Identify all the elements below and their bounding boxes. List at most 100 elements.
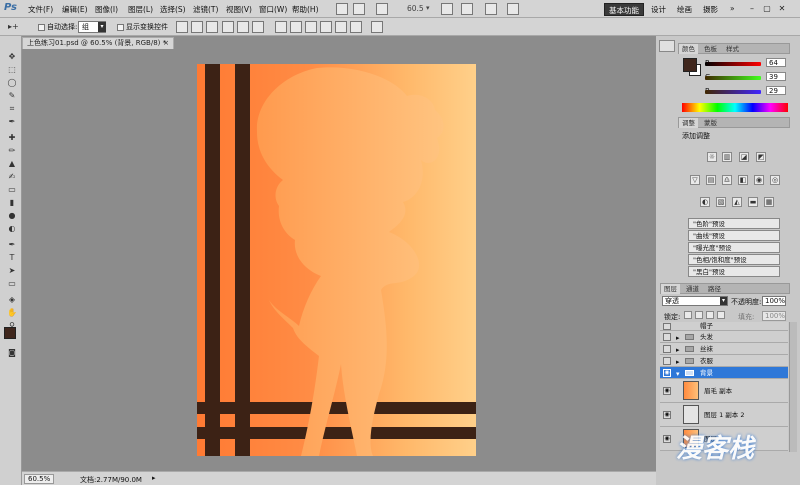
close-icon[interactable]: ✕ bbox=[777, 4, 787, 14]
threshold-icon[interactable]: ◭ bbox=[732, 197, 742, 207]
workspace-design[interactable]: 设计 bbox=[647, 3, 670, 16]
distribute-left-icon[interactable] bbox=[320, 21, 332, 33]
channel-r-slider[interactable] bbox=[705, 62, 761, 66]
visibility-toggle[interactable] bbox=[663, 357, 671, 365]
preset-hue-saturation[interactable]: "色相/饱和度"预设 bbox=[688, 254, 780, 265]
eye-icon[interactable]: ◉ bbox=[663, 387, 671, 395]
layer-row-layer1-copy2[interactable]: ◉ 图层 1 副本 2 bbox=[660, 403, 788, 427]
hand-icon[interactable] bbox=[441, 3, 453, 15]
layer-row-stockings[interactable]: ▸ 丝袜 bbox=[660, 343, 788, 355]
close-tab-icon[interactable]: × bbox=[163, 38, 169, 49]
chevron-down-icon[interactable]: ▾ bbox=[98, 22, 106, 32]
tab-paths[interactable]: 路径 bbox=[705, 284, 724, 294]
menu-select[interactable]: 选择(S) bbox=[160, 4, 186, 15]
quick-select-tool-icon[interactable]: ✎ bbox=[6, 91, 18, 101]
align-left-icon[interactable] bbox=[222, 21, 234, 33]
channel-mixer-icon[interactable]: ◎ bbox=[770, 175, 780, 185]
channel-r-value[interactable]: 64 bbox=[766, 58, 786, 67]
channel-g-value[interactable]: 39 bbox=[766, 72, 786, 81]
invert-icon[interactable]: ◐ bbox=[700, 197, 710, 207]
eye-icon[interactable]: ◉ bbox=[663, 435, 671, 443]
canvas[interactable] bbox=[197, 64, 476, 456]
photo-filter-icon[interactable]: ◉ bbox=[754, 175, 764, 185]
foreground-color-chip[interactable] bbox=[683, 58, 697, 72]
curves-icon[interactable]: ◪ bbox=[739, 152, 749, 162]
tab-layers[interactable]: 图层 bbox=[661, 284, 680, 294]
panel-strip-icon[interactable] bbox=[659, 40, 675, 52]
preset-levels[interactable]: "色阶"预设 bbox=[688, 218, 780, 229]
clone-stamp-tool-icon[interactable]: ▲ bbox=[6, 159, 18, 169]
marquee-tool-icon[interactable]: ⬚ bbox=[6, 65, 18, 75]
layer-row-eyebrow-copy[interactable]: ◉ 眉毛 副本 bbox=[660, 379, 788, 403]
maximize-icon[interactable]: ▢ bbox=[762, 4, 772, 14]
layer-row-hair[interactable]: ▸ 头发 bbox=[660, 331, 788, 343]
3d-rotate-tool-icon[interactable]: ◈ bbox=[6, 295, 18, 305]
move-tool-icon[interactable]: ✥ bbox=[6, 52, 18, 62]
menu-window[interactable]: 窗口(W) bbox=[259, 4, 287, 15]
tab-swatches[interactable]: 色板 bbox=[701, 44, 720, 54]
black-white-icon[interactable]: ◧ bbox=[738, 175, 748, 185]
type-tool-icon[interactable]: T bbox=[6, 253, 18, 263]
shape-tool-icon[interactable]: ▭ bbox=[6, 279, 18, 289]
bridge-icon[interactable] bbox=[336, 3, 348, 15]
quick-mask-icon[interactable]: ◙ bbox=[6, 348, 18, 358]
workspace-painting[interactable]: 绘画 bbox=[673, 3, 696, 16]
workspace-essentials[interactable]: 基本功能 bbox=[604, 3, 644, 16]
color-spectrum-bar[interactable] bbox=[682, 103, 788, 112]
blend-mode-dropdown[interactable]: 穿透 bbox=[662, 296, 728, 306]
brightness-icon[interactable]: ☼ bbox=[707, 152, 717, 162]
color-balance-icon[interactable]: ♎ bbox=[722, 175, 732, 185]
healing-brush-tool-icon[interactable]: ✚ bbox=[6, 133, 18, 143]
exposure-icon[interactable]: ◩ bbox=[756, 152, 766, 162]
tab-adjustments[interactable]: 调整 bbox=[679, 118, 698, 128]
gradient-tool-icon[interactable]: ▮ bbox=[6, 198, 18, 208]
pen-tool-icon[interactable]: ✒ bbox=[6, 240, 18, 250]
distribute-top-icon[interactable] bbox=[275, 21, 287, 33]
channel-g-slider[interactable] bbox=[705, 76, 761, 80]
gradient-map-icon[interactable]: ▬ bbox=[748, 197, 758, 207]
layer-row-background-group[interactable]: ◉ ▾ 背景 bbox=[660, 367, 788, 379]
menu-help[interactable]: 帮助(H) bbox=[292, 4, 319, 15]
align-hcenter-icon[interactable] bbox=[237, 21, 249, 33]
layer-row-clothes[interactable]: ▸ 衣服 bbox=[660, 355, 788, 367]
rotate-view-icon[interactable] bbox=[461, 3, 473, 15]
screen-mode-icon[interactable] bbox=[507, 3, 519, 15]
foreground-color-swatch[interactable] bbox=[4, 327, 16, 339]
align-vcenter-icon[interactable] bbox=[191, 21, 203, 33]
align-top-icon[interactable] bbox=[176, 21, 188, 33]
lock-transparency-icon[interactable] bbox=[684, 311, 692, 319]
zoom-status[interactable]: 60.5% bbox=[24, 474, 55, 484]
auto-align-icon[interactable] bbox=[371, 21, 383, 33]
distribute-vcenter-icon[interactable] bbox=[290, 21, 302, 33]
minibridge-icon[interactable] bbox=[353, 3, 365, 15]
hand-tool-icon[interactable]: ✋ bbox=[6, 308, 18, 318]
menu-edit[interactable]: 编辑(E) bbox=[62, 4, 88, 15]
show-transform-checkbox[interactable] bbox=[117, 24, 124, 31]
minimize-icon[interactable]: – bbox=[747, 4, 757, 14]
dodge-tool-icon[interactable]: ◐ bbox=[6, 224, 18, 234]
blur-tool-icon[interactable]: ● bbox=[6, 211, 18, 221]
auto-select-checkbox[interactable] bbox=[38, 24, 45, 31]
tab-color[interactable]: 颜色 bbox=[679, 44, 698, 54]
hue-saturation-icon[interactable]: ▤ bbox=[706, 175, 716, 185]
levels-icon[interactable]: ▥ bbox=[722, 152, 732, 162]
lock-all-icon[interactable] bbox=[717, 311, 725, 319]
path-select-tool-icon[interactable]: ➤ bbox=[6, 266, 18, 276]
visibility-toggle[interactable] bbox=[663, 333, 671, 341]
menu-image[interactable]: 图像(I) bbox=[95, 4, 118, 15]
tab-masks[interactable]: 蒙版 bbox=[701, 118, 720, 128]
align-bottom-icon[interactable] bbox=[206, 21, 218, 33]
lock-position-icon[interactable] bbox=[706, 311, 714, 319]
fill-field[interactable]: 100% bbox=[762, 311, 786, 321]
workspace-more-icon[interactable]: » bbox=[726, 3, 739, 16]
crop-tool-icon[interactable]: ⌗ bbox=[6, 104, 18, 114]
menu-view[interactable]: 视图(V) bbox=[226, 4, 252, 15]
status-menu-icon[interactable]: ▸ bbox=[152, 474, 156, 482]
channel-b-slider[interactable] bbox=[705, 90, 761, 94]
lasso-tool-icon[interactable]: ◯ bbox=[6, 78, 18, 88]
posterize-icon[interactable]: ▧ bbox=[716, 197, 726, 207]
align-right-icon[interactable] bbox=[252, 21, 264, 33]
distribute-right-icon[interactable] bbox=[350, 21, 362, 33]
extras-icon[interactable] bbox=[376, 3, 388, 15]
tab-channels[interactable]: 通道 bbox=[683, 284, 702, 294]
